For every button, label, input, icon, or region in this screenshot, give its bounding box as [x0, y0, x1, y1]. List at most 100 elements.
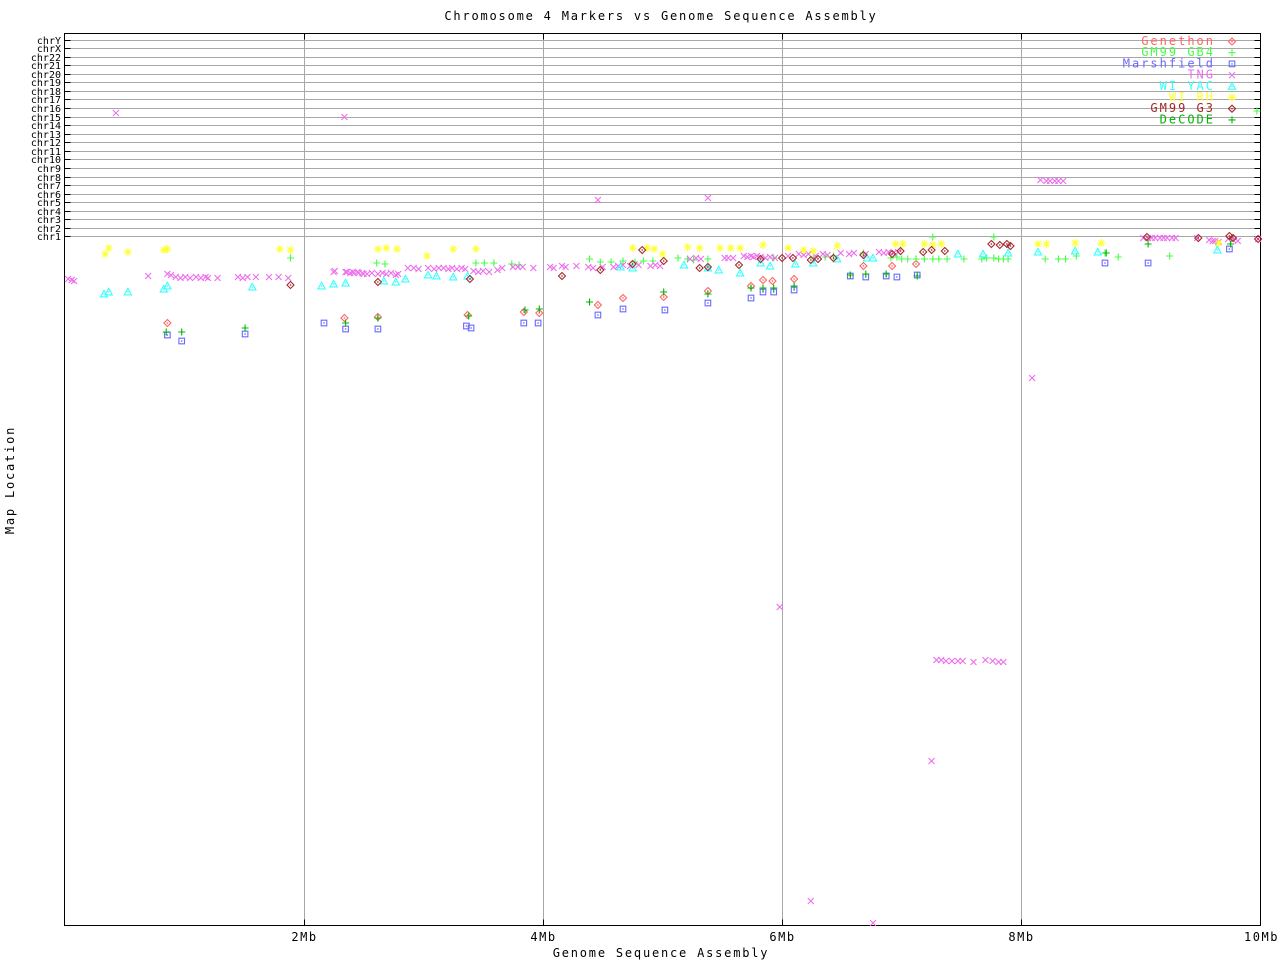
marshfield-marker: [594, 311, 602, 319]
wi_yac-marker: [1033, 247, 1043, 256]
gm99_gb4-marker: [1166, 252, 1174, 260]
tng-marker: [519, 263, 526, 271]
wi_yac-marker: [400, 274, 410, 283]
gm99_g3-marker: [659, 256, 668, 266]
wi_rh-marker: [101, 250, 110, 258]
marshfield-marker: [1144, 259, 1152, 267]
wi_yac-marker: [714, 265, 724, 274]
tng-marker: [837, 249, 845, 257]
gm99_gb4-marker: [983, 254, 991, 262]
x-tick-label-10Mb: 10Mb: [1244, 930, 1279, 944]
tng-marker: [186, 274, 194, 282]
wi_yac-marker: [341, 278, 351, 287]
tng-marker: [404, 264, 412, 272]
gm99_gb4-marker: [1041, 255, 1049, 263]
wi_rh-marker: [104, 244, 113, 252]
wi_rh-marker: [833, 242, 842, 250]
legend-marker-genethon: [1227, 37, 1237, 46]
tng-marker: [635, 261, 642, 269]
marshfield-marker: [342, 325, 349, 333]
wi_rh-marker: [422, 252, 431, 260]
gm99_g3-marker: [1194, 233, 1203, 243]
decode-marker: [1102, 249, 1110, 257]
gm99_g3-marker: [927, 245, 936, 255]
tng-marker: [704, 194, 712, 202]
gm99_gb4-marker: [1062, 255, 1070, 263]
wi_rh-marker: [163, 245, 172, 253]
wi_yac-marker: [423, 270, 433, 279]
gm99_g3-marker: [557, 271, 567, 281]
marshfield-marker: [178, 337, 186, 345]
wi_rh-marker: [736, 244, 745, 252]
wi_rh-marker: [891, 240, 900, 248]
wi_yac-marker: [735, 268, 745, 277]
tng-marker: [479, 267, 487, 275]
wi_yac-marker: [431, 271, 442, 280]
gm99_g3-marker: [896, 246, 905, 256]
wi_yac-marker: [104, 287, 114, 296]
decode-marker: [178, 328, 186, 336]
wi_rh-marker: [382, 244, 391, 252]
wi_rh-marker: [1034, 240, 1042, 248]
wi_yac-marker: [978, 249, 988, 258]
gm99_g3-marker: [987, 239, 996, 249]
gm99_g3-marker: [695, 263, 704, 273]
plot-area: chrYchrXchr22chr21chr20chr19chr18chr17ch…: [31, 33, 1279, 944]
wi_rh-marker: [628, 244, 637, 252]
tng-marker: [697, 255, 705, 263]
tng-marker: [275, 273, 282, 281]
gm99_g3-marker: [373, 277, 383, 287]
chart-screen: Chromosome 4 Markers vs Genome Sequence …: [0, 0, 1280, 960]
legend-marker-wi_rh: [1228, 93, 1236, 102]
tng-marker: [415, 265, 422, 273]
wi_rh-marker: [1042, 240, 1051, 248]
wi_yac-marker: [953, 249, 963, 258]
gm99_gb4-marker: [381, 260, 389, 268]
wi_yac-marker: [679, 260, 689, 269]
tng-marker: [1059, 177, 1067, 185]
legend-marker-tng: [1228, 71, 1236, 79]
marshfield-marker: [893, 273, 901, 281]
tng-marker: [942, 657, 950, 665]
tng-marker: [424, 264, 432, 272]
wi_rh-marker: [373, 245, 382, 253]
gm99_gb4-marker: [1054, 255, 1062, 263]
wi_rh-marker: [1097, 239, 1106, 247]
x-axis-label: Genome Sequence Assembly: [552, 946, 770, 960]
genethon-marker: [593, 300, 603, 310]
wi_rh-marker: [471, 245, 480, 253]
gm99_gb4-marker: [929, 255, 937, 263]
wi_rh-marker: [658, 250, 667, 258]
tng-marker: [529, 264, 537, 272]
marshfield-marker: [520, 319, 528, 327]
genethon-marker: [859, 261, 868, 271]
tng-marker: [589, 264, 597, 272]
gm99_gb4-marker: [912, 255, 920, 263]
marshfield-marker: [374, 325, 382, 333]
gm99_gb4-marker: [935, 255, 943, 263]
tng-marker: [729, 254, 737, 262]
tng-marker: [368, 269, 376, 277]
legend-label-decode: DeCODE: [1160, 112, 1215, 126]
wi_yac-marker: [162, 281, 172, 290]
tng-marker: [776, 603, 784, 611]
tng-marker: [850, 249, 858, 257]
gm99_g3-marker: [734, 260, 744, 270]
wi_yac-marker: [868, 253, 878, 262]
tng-marker: [982, 656, 989, 664]
marshfield-marker: [241, 330, 249, 338]
gm99_gb4-marker: [1004, 255, 1012, 263]
tng-marker: [265, 273, 273, 281]
wi_rh-marker: [123, 248, 132, 256]
gm99_gb4-marker: [490, 259, 498, 267]
genethon-marker: [463, 310, 472, 320]
marshfield-marker: [619, 305, 627, 313]
wi_yac-marker: [1212, 245, 1222, 254]
tng-marker: [1028, 374, 1036, 382]
wi_yac-marker: [448, 272, 458, 281]
wi_rh-marker: [715, 244, 724, 252]
decode-marker: [660, 288, 668, 296]
tng-marker: [970, 658, 977, 666]
gm99_gb4-marker: [373, 259, 381, 267]
gm99_gb4-marker: [904, 255, 912, 263]
